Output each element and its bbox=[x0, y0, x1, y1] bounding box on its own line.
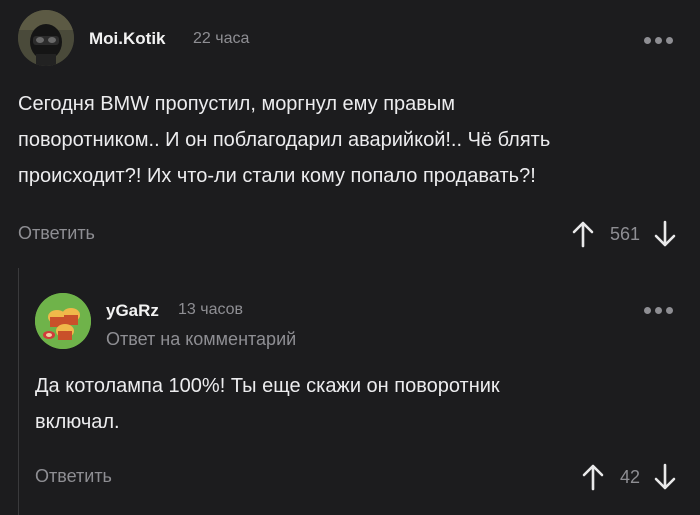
comment: Moi.Kotik 22 часа Сегодня BMW пропустил,… bbox=[0, 0, 700, 265]
comment-time: 13 часов bbox=[178, 301, 244, 318]
comment-text: Сегодня BMW пропустил, моргнул ему правы… bbox=[18, 93, 551, 187]
avatar[interactable] bbox=[35, 293, 91, 349]
comment-time: 22 часа bbox=[193, 30, 250, 47]
vote-controls: 42 bbox=[580, 462, 678, 492]
reply-to-comment-link[interactable]: Ответ на комментарий bbox=[106, 329, 296, 350]
comment-author[interactable]: yGaRz bbox=[106, 301, 159, 321]
vote-score: 561 bbox=[609, 223, 640, 244]
comment-text: Да котолампа 100%! Ты еще скажи он повор… bbox=[35, 375, 500, 433]
helmet-avatar-icon bbox=[18, 10, 74, 66]
vote-score: 42 bbox=[619, 466, 640, 487]
arrow-up-icon[interactable] bbox=[570, 219, 596, 249]
comment-author[interactable]: Moi.Kotik bbox=[89, 29, 166, 49]
vote-controls: 561 bbox=[570, 219, 678, 249]
reply-comment: yGaRz 13 часов Ответ на комментарий Да к… bbox=[0, 265, 700, 515]
arrow-down-icon[interactable] bbox=[652, 462, 678, 492]
more-dots-icon[interactable] bbox=[644, 37, 673, 44]
reply-button[interactable]: Ответить bbox=[35, 466, 112, 487]
reply-button[interactable]: Ответить bbox=[18, 223, 95, 244]
muffins-avatar-icon bbox=[35, 293, 91, 349]
arrow-down-icon[interactable] bbox=[652, 219, 678, 249]
avatar[interactable] bbox=[18, 10, 74, 66]
arrow-up-icon[interactable] bbox=[580, 462, 606, 492]
more-dots-icon[interactable] bbox=[644, 307, 673, 314]
